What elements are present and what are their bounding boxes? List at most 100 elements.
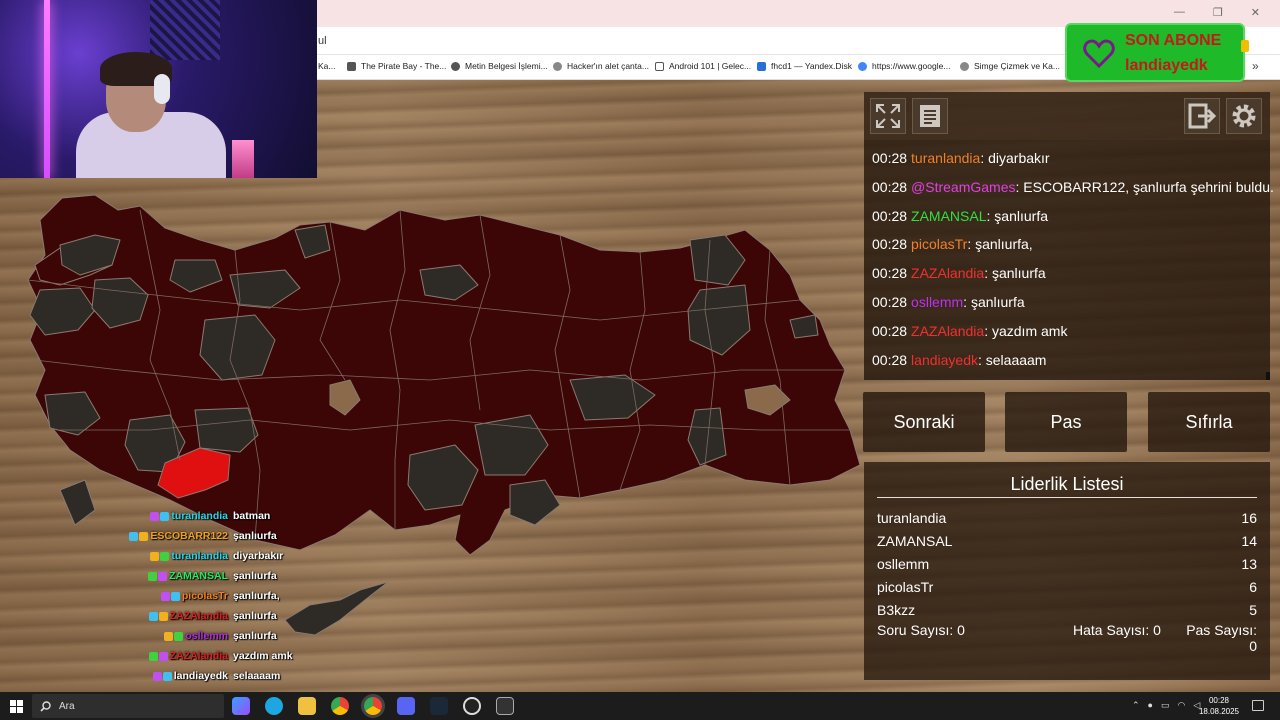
exit-icon (1188, 103, 1216, 129)
chrome-icon[interactable] (331, 697, 349, 715)
document-icon (920, 105, 940, 127)
badge-icon (129, 531, 139, 541)
overlay-chat-user: turanlandia (171, 550, 228, 562)
bookmark-item[interactable]: https://www.google... (858, 61, 950, 71)
chat-line: 00:28 ZAZAlandia: şanlıurfa (872, 265, 1266, 294)
taskbar-clock[interactable]: 00:28 18.08.2025 (1198, 695, 1240, 717)
discord-icon[interactable] (397, 697, 415, 715)
webcam-lamp (232, 140, 254, 178)
bookmark-label: Hacker'ın alet çanta... (567, 61, 649, 71)
next-button[interactable]: Sonraki (863, 392, 985, 452)
badge-icon (158, 651, 168, 661)
bookmark-item[interactable]: Metin Belgesi İşlemi... (451, 61, 548, 71)
obs-icon[interactable] (463, 697, 481, 715)
overlay-chat-message: şanlıurfa, (233, 590, 280, 602)
chat-scrollbar[interactable] (1266, 372, 1270, 380)
close-button[interactable]: ✕ (1251, 6, 1260, 19)
badge-icon (162, 671, 172, 681)
last-subscriber-widget: SON ABONE landiayedk (1065, 23, 1249, 82)
badge-icon (170, 591, 180, 601)
chat-user: ZAMANSAL (911, 207, 987, 224)
start-button[interactable] (10, 700, 23, 713)
chat-user: ZAZAlandia (911, 322, 985, 339)
taskbar-search[interactable]: Ara (32, 694, 224, 718)
chat-time: 00:28 (872, 207, 908, 224)
ship-icon (347, 61, 356, 71)
notification-icon[interactable] (1252, 700, 1264, 711)
error-count: Hata Sayısı: 0 (1073, 622, 1179, 654)
search-placeholder: Ara (59, 700, 75, 712)
overlay-chat-message: şanlıurfa (233, 630, 277, 642)
chat-badge-icon (160, 591, 180, 601)
chat-time: 00:28 (872, 178, 908, 195)
chat-line: 00:28 ZAZAlandia: yazdım amk (872, 323, 1266, 352)
pass-button[interactable]: Pas (1005, 392, 1127, 452)
leaderboard-row: B3kzz 5 (877, 598, 1257, 621)
overlay-chat-row: turanlandia batman (60, 506, 305, 526)
restore-button[interactable]: ❐ (1213, 6, 1223, 19)
heart-icon (1083, 39, 1115, 69)
question-count-value: 0 (957, 622, 965, 638)
badge-icon (148, 651, 158, 661)
chat-time: 00:28 (872, 236, 908, 253)
fullscreen-button[interactable] (870, 98, 906, 134)
settings-button[interactable] (1226, 98, 1262, 134)
keyboard-icon[interactable]: ▭ (1161, 700, 1170, 711)
search-icon (40, 700, 51, 712)
exit-button[interactable] (1184, 98, 1220, 134)
leaderboard-title: Liderlik Listesi (1010, 474, 1124, 494)
overlay-chat-row: osllemm şanlıurfa (60, 626, 305, 646)
leaderboard-score: 16 (1241, 509, 1257, 526)
leaderboard-panel: Liderlik Listesi turanlandia 16 ZAMANSAL 14… (864, 462, 1270, 680)
bookmark-item[interactable]: Hacker'ın alet çanta... (553, 61, 649, 71)
leaderboard-list: turanlandia 16 ZAMANSAL 14 osllemm 13 picolasT… (877, 506, 1257, 621)
overlay-chat-message: selaaaam (233, 670, 281, 682)
chat-badge-icon (152, 671, 172, 681)
chat-user: @StreamGames (911, 178, 1016, 195)
epic-games-icon[interactable] (496, 697, 514, 715)
wifi-icon[interactable]: ◠ (1178, 700, 1186, 711)
chat-badge-icon (150, 511, 170, 521)
overlay-chat-row: ZAMANSAL şanlıurfa (60, 566, 305, 586)
stream-chat-overlay: turanlandia batman ESCOBARR122 şanlıurfa tur… (60, 506, 293, 686)
steam-icon[interactable] (430, 697, 448, 715)
bookmark-item[interactable]: Android 101 | Gelec... (655, 61, 751, 71)
overlay-chat-user: ZAMANSAL (169, 570, 228, 582)
minimize-button[interactable]: — (1174, 6, 1185, 19)
chat-time: 00:28 (872, 351, 908, 368)
leaderboard-score: 13 (1241, 555, 1257, 572)
bookmark-item[interactable]: fhcd1 — Yandex.Disk (757, 61, 852, 71)
chat-badge-icon (129, 531, 149, 541)
subscriber-widget-edge (1241, 40, 1249, 52)
chat-message: : şanlıurfa, (967, 236, 1033, 253)
clock-time: 00:28 (1208, 696, 1230, 705)
chat-user: picolasTr (911, 236, 968, 253)
chat-log[interactable]: 00:28 turanlandia: diyarbakır 00:28 @Stream… (872, 150, 1274, 380)
question-count: Soru Sayısı: 0 (877, 622, 1073, 654)
reset-button[interactable]: Sıfırla (1148, 392, 1270, 452)
chrome-active-icon[interactable] (364, 697, 382, 715)
notes-button[interactable] (912, 98, 948, 134)
chat-time: 00:28 (872, 322, 908, 339)
bookmarks-more-button[interactable]: » (1252, 59, 1259, 73)
overlay-chat-user: osllemm (185, 630, 228, 642)
bookmark-label: Metin Belgesi İşlemi... (465, 61, 548, 71)
pass-count-label: Pas Sayısı: (1186, 622, 1257, 638)
badge-icon (150, 511, 160, 521)
copilot-icon[interactable] (232, 697, 250, 715)
edge-icon[interactable] (265, 697, 283, 715)
window-controls: — ❐ ✕ (1174, 6, 1260, 19)
chat-time: 00:28 (872, 150, 908, 166)
address-text: ul (318, 35, 327, 47)
badge-icon (148, 611, 158, 621)
bookmark-item[interactable]: Ka... (318, 61, 335, 71)
badge-icon (150, 551, 160, 561)
microphone-icon[interactable]: ● (1148, 700, 1153, 711)
chevron-up-icon[interactable]: ⌃ (1132, 700, 1140, 711)
gear-icon (1232, 104, 1256, 128)
overlay-chat-user: picolasTr (181, 590, 228, 602)
bookmark-item[interactable]: Simge Çizmek ve Ka... (960, 61, 1060, 71)
folder-icon[interactable] (298, 697, 316, 715)
badge-icon (160, 551, 170, 561)
bookmark-item[interactable]: The Pirate Bay - The... (347, 61, 446, 71)
